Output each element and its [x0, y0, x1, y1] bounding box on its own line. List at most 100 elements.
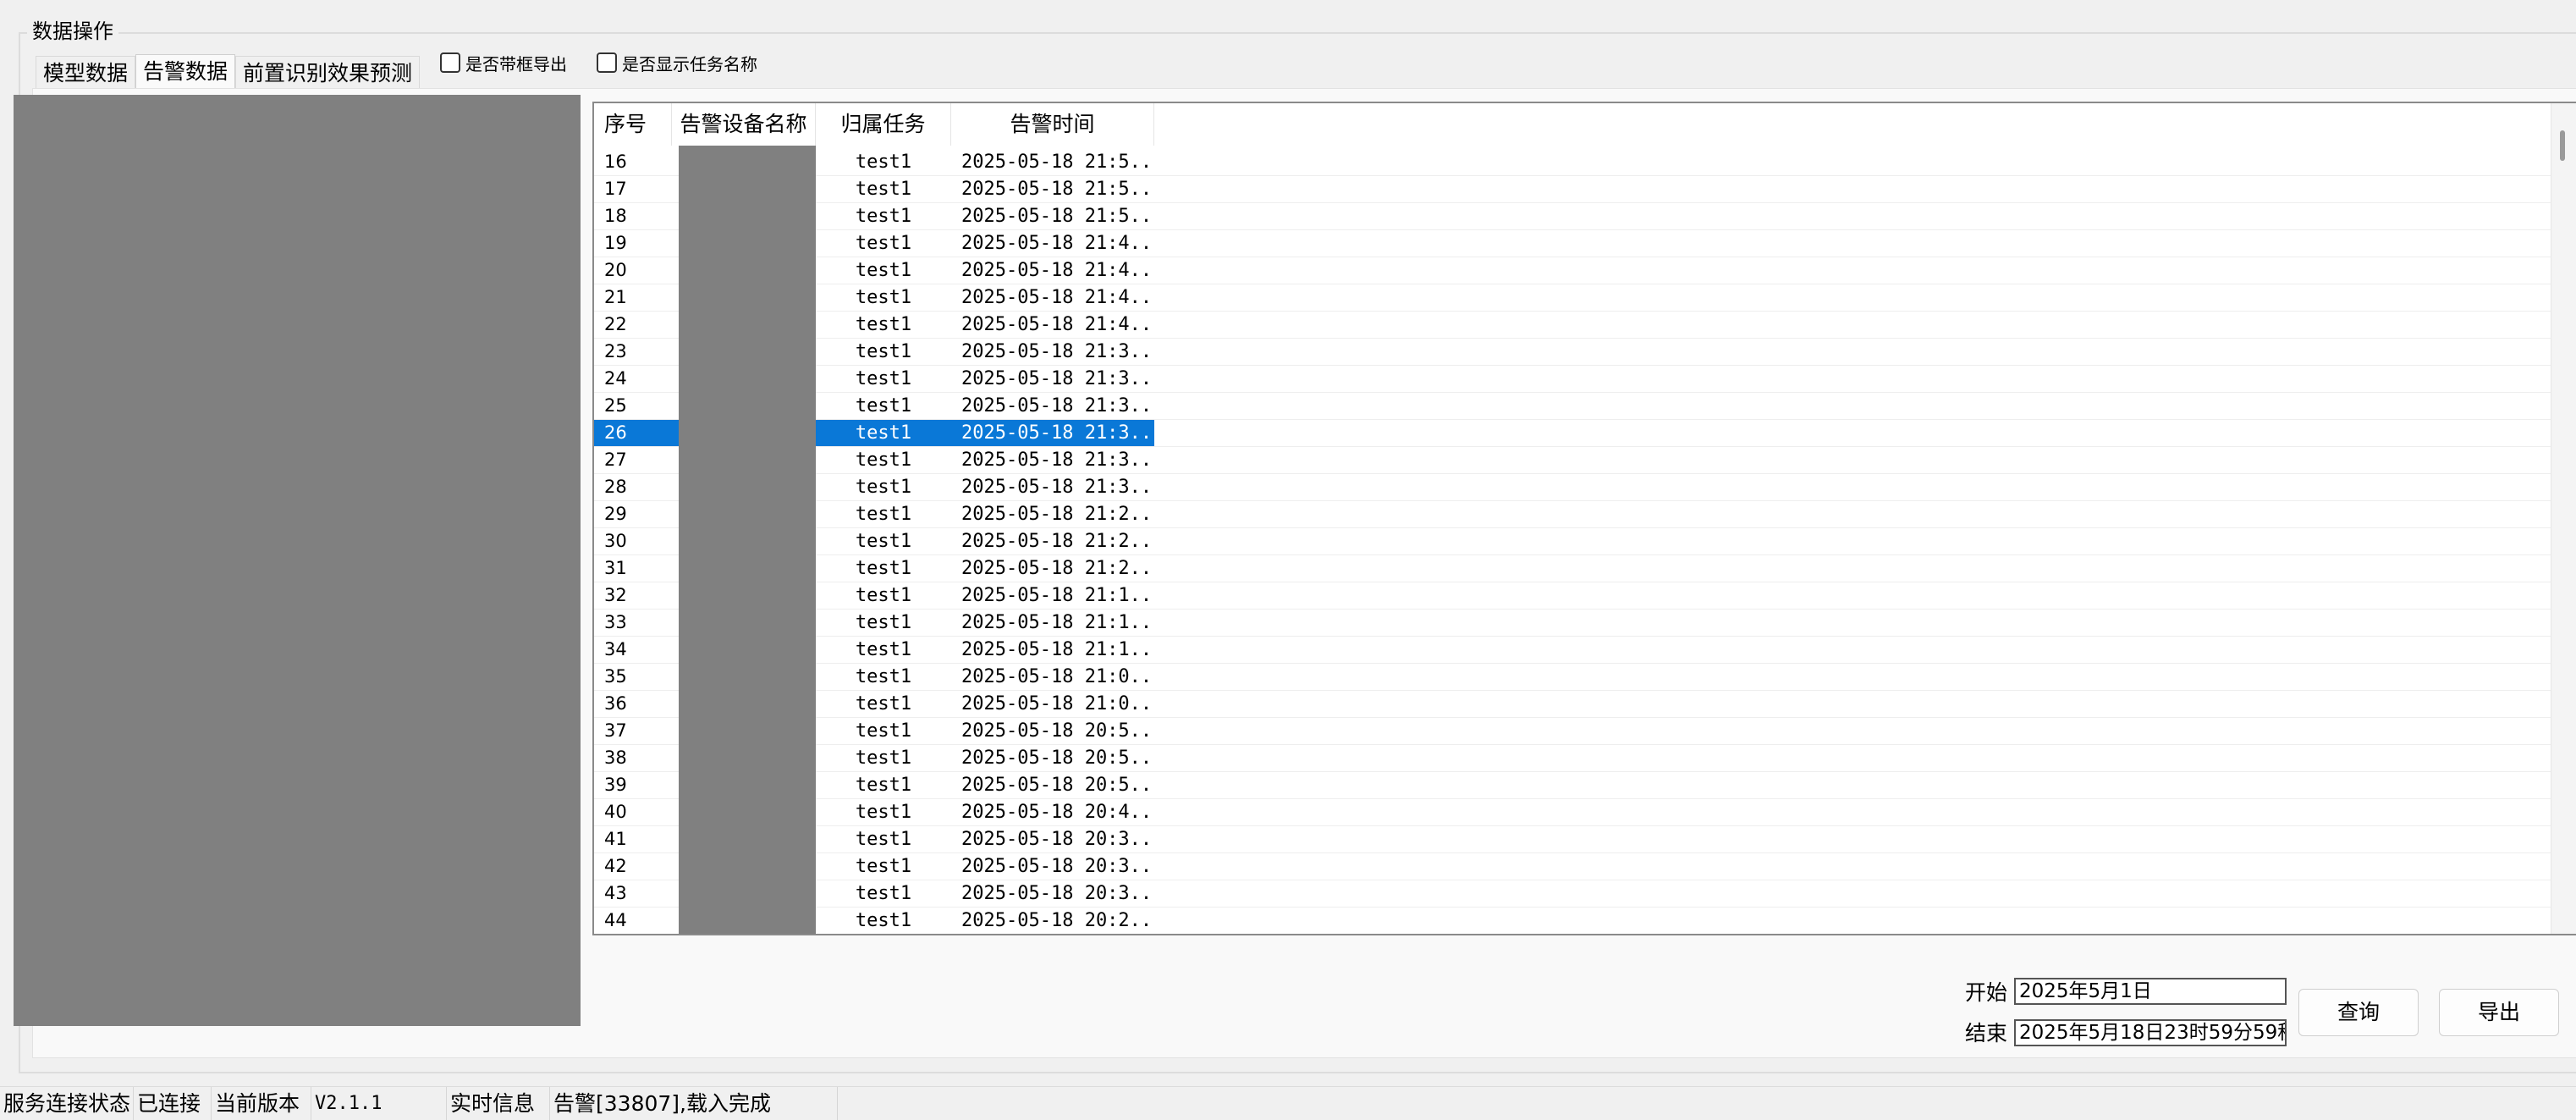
show-task-name-option[interactable]: 是否显示任务名称 — [597, 49, 757, 76]
cell-alarm-time: 2025-05-18 21:3... — [961, 450, 1154, 471]
table-row[interactable]: 30 test1 2025-05-18 21:2... — [594, 528, 2551, 555]
cell-alarm-time: 2025-05-18 20:5... — [961, 775, 1154, 796]
table-row[interactable]: 42 test1 2025-05-18 20:3... — [594, 853, 2551, 880]
end-date-input[interactable]: 2025年5月18日23时59分59秒 — [2014, 1019, 2287, 1046]
table-row[interactable]: 18 test1 2025-05-18 21:5... — [594, 203, 2551, 230]
table-row[interactable]: 17 test1 2025-05-18 21:5... — [594, 176, 2551, 203]
cell-alarm-time: 2025-05-18 21:4... — [961, 260, 1154, 281]
end-label: 结束 — [1965, 1021, 2008, 1046]
export-button[interactable]: 导出 — [2439, 989, 2559, 1036]
cell-task: test1 — [855, 179, 912, 200]
query-button[interactable]: 查询 — [2298, 989, 2419, 1036]
cell-alarm-time: 2025-05-18 21:1... — [961, 612, 1154, 633]
cell-seq: 39 — [604, 775, 627, 795]
cell-alarm-time: 2025-05-18 20:3... — [961, 856, 1154, 877]
table-row[interactable]: 44 test1 2025-05-18 20:2... — [594, 908, 2551, 934]
cell-seq: 36 — [604, 693, 627, 714]
header-alarm-time[interactable]: 告警时间 — [951, 103, 1154, 146]
table-row[interactable]: 32 test1 2025-05-18 21:1... — [594, 582, 2551, 610]
table-row[interactable]: 39 test1 2025-05-18 20:5... — [594, 772, 2551, 799]
cell-seq: 35 — [604, 666, 627, 687]
cell-alarm-time: 2025-05-18 21:5... — [961, 152, 1154, 173]
table-row[interactable]: 19 test1 2025-05-18 21:4... — [594, 230, 2551, 257]
alarm-table[interactable]: 序号 告警设备名称 归属任务 告警时间 16 test1 2025-05-18 21… — [592, 102, 2576, 935]
cell-seq: 30 — [604, 531, 627, 551]
cell-seq: 27 — [604, 450, 627, 470]
table-row[interactable]: 37 test1 2025-05-18 20:5... — [594, 718, 2551, 745]
table-row[interactable]: 40 test1 2025-05-18 20:4... — [594, 799, 2551, 826]
cell-alarm-time: 2025-05-18 21:0... — [961, 666, 1154, 687]
header-seq[interactable]: 序号 — [594, 103, 672, 146]
cell-task: test1 — [855, 775, 912, 796]
table-row[interactable]: 21 test1 2025-05-18 21:4... — [594, 284, 2551, 312]
cell-task: test1 — [855, 260, 912, 281]
table-row[interactable]: 34 test1 2025-05-18 21:1... — [594, 637, 2551, 664]
table-row[interactable]: 27 test1 2025-05-18 21:3... — [594, 447, 2551, 474]
export-with-frame-option[interactable]: 是否带框导出 — [440, 49, 567, 76]
header-device-name[interactable]: 告警设备名称 — [672, 103, 816, 146]
cell-task: test1 — [855, 314, 912, 335]
table-row[interactable]: 33 test1 2025-05-18 21:1... — [594, 610, 2551, 637]
table-row[interactable]: 31 test1 2025-05-18 21:2... — [594, 555, 2551, 582]
start-date-input[interactable]: 2025年5月1日 — [2014, 978, 2287, 1005]
cell-alarm-time: 2025-05-18 21:5... — [961, 179, 1154, 200]
cell-seq: 17 — [604, 179, 627, 199]
cell-task: test1 — [855, 531, 912, 552]
cell-seq: 28 — [604, 477, 627, 497]
cell-seq: 24 — [604, 368, 627, 389]
header-task[interactable]: 归属任务 — [816, 103, 951, 146]
status-info-label: 实时信息 — [447, 1086, 550, 1120]
cell-seq: 31 — [604, 558, 627, 578]
cell-alarm-time: 2025-05-18 21:0... — [961, 693, 1154, 714]
cell-seq: 32 — [604, 585, 627, 605]
tab-model-data[interactable]: 模型数据 — [36, 56, 136, 90]
cell-seq: 34 — [604, 639, 627, 659]
cell-alarm-time: 2025-05-18 21:4... — [961, 287, 1154, 308]
table-row[interactable]: 38 test1 2025-05-18 20:5... — [594, 745, 2551, 772]
table-row[interactable]: 24 test1 2025-05-18 21:3... — [594, 366, 2551, 393]
status-conn-value: 已连接 — [134, 1086, 212, 1120]
cell-alarm-time: 2025-05-18 21:3... — [951, 420, 1154, 446]
table-row[interactable]: 20 test1 2025-05-18 21:4... — [594, 257, 2551, 284]
table-row[interactable]: 16 test1 2025-05-18 21:5... — [594, 149, 2551, 176]
cell-alarm-time: 2025-05-18 20:3... — [961, 883, 1154, 904]
cell-alarm-time: 2025-05-18 21:5... — [961, 206, 1154, 227]
cell-alarm-time: 2025-05-18 21:2... — [961, 504, 1154, 525]
cell-task: test1 — [855, 856, 912, 877]
table-row[interactable]: 22 test1 2025-05-18 21:4... — [594, 312, 2551, 339]
status-bar: 服务连接状态 已连接 当前版本 V2.1.1 实时信息 告警[33807],载入… — [0, 1086, 2576, 1120]
table-row[interactable]: 36 test1 2025-05-18 21:0... — [594, 691, 2551, 718]
export-with-frame-label: 是否带框导出 — [465, 53, 567, 74]
cell-task: test1 — [855, 639, 912, 660]
cell-task: test1 — [855, 152, 912, 173]
table-row[interactable]: 43 test1 2025-05-18 20:3... — [594, 880, 2551, 908]
table-row[interactable]: 35 test1 2025-05-18 21:0... — [594, 664, 2551, 691]
cell-task: test1 — [855, 802, 912, 823]
table-row[interactable]: 23 test1 2025-05-18 21:3... — [594, 339, 2551, 366]
tab-pre-recognition[interactable]: 前置识别效果预测 — [235, 56, 421, 90]
cell-seq: 43 — [604, 883, 627, 903]
table-row[interactable]: 29 test1 2025-05-18 21:2... — [594, 501, 2551, 528]
cell-seq: 40 — [604, 802, 627, 822]
table-row[interactable]: 28 test1 2025-05-18 21:3... — [594, 474, 2551, 501]
tab-alarm-data[interactable]: 告警数据 — [135, 54, 236, 90]
cell-task: test1 — [855, 450, 912, 471]
cell-seq: 26 — [594, 420, 672, 446]
cell-task: test1 — [855, 368, 912, 389]
table-body: 16 test1 2025-05-18 21:5... 17 test1 2025-05-… — [594, 149, 2551, 934]
tab-bar: 模型数据 告警数据 前置识别效果预测 — [36, 54, 421, 90]
vertical-scrollbar[interactable] — [2551, 103, 2576, 934]
cell-task: test1 — [855, 395, 912, 417]
cell-task: test1 — [855, 558, 912, 579]
export-with-frame-checkbox[interactable] — [440, 52, 460, 73]
status-version-label: 当前版本 — [212, 1086, 311, 1120]
table-row[interactable]: 41 test1 2025-05-18 20:3... — [594, 826, 2551, 853]
cell-seq: 38 — [604, 748, 627, 768]
cell-alarm-time: 2025-05-18 21:1... — [961, 639, 1154, 660]
cell-seq: 29 — [604, 504, 627, 524]
table-row[interactable]: 26 test1 2025-05-18 21:3... — [594, 420, 2551, 447]
table-row[interactable]: 25 test1 2025-05-18 21:3... — [594, 393, 2551, 420]
scrollbar-thumb[interactable] — [2560, 130, 2565, 161]
show-task-name-checkbox[interactable] — [597, 52, 617, 73]
cell-seq: 23 — [604, 341, 627, 361]
